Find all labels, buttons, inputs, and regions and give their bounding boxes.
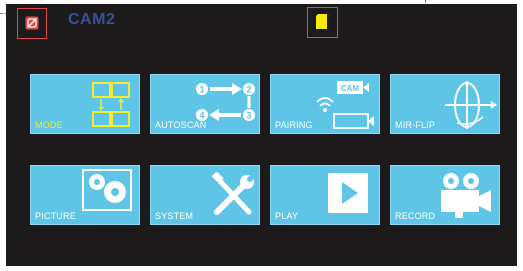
pairing-wireless-icon: CAM xyxy=(316,81,374,129)
tile-label-record: RECORD xyxy=(395,211,436,221)
menu-tile-picture[interactable]: PICTURE xyxy=(30,165,140,225)
menu-tile-record[interactable]: RECORD xyxy=(390,165,500,225)
picture-settings-icon xyxy=(82,169,132,211)
tile-label-pairing: PAIRING xyxy=(275,120,313,130)
tile-label-mir-flip: MIR-FLIP xyxy=(395,120,436,130)
autoscan-number-1: 1 xyxy=(199,85,204,95)
tile-label-autoscan: AUTOSCAN xyxy=(155,120,207,130)
play-icon xyxy=(328,173,368,213)
tile-label-mode: MODE xyxy=(35,120,63,130)
tile-label-play: PLAY xyxy=(275,211,299,221)
menu-tile-autoscan[interactable]: 1 2 3 4 AUTOSCAN xyxy=(150,74,260,134)
mirror-flip-icon xyxy=(445,81,497,129)
video-camera-icon xyxy=(441,173,491,218)
autoscan-number-2: 2 xyxy=(246,85,251,95)
tile-label-picture: PICTURE xyxy=(35,211,76,221)
menu-tile-play[interactable]: PLAY xyxy=(270,165,380,225)
monitor-screen xyxy=(6,4,517,266)
tile-label-system: SYSTEM xyxy=(155,211,194,221)
pairing-cam-label: CAM xyxy=(341,84,360,93)
menu-tile-pairing[interactable]: CAM PAIRING xyxy=(270,74,380,134)
sd-card-icon xyxy=(316,14,327,29)
camera-title: CAM2 xyxy=(68,11,116,28)
menu-tile-mir-flip[interactable]: MIR-FLIP xyxy=(390,74,500,134)
menu-tile-system[interactable]: SYSTEM xyxy=(150,165,260,225)
autoscan-number-3: 3 xyxy=(246,111,251,121)
autoscan-number-4: 4 xyxy=(199,111,204,121)
autoscan-cycle-icon: 1 2 3 4 xyxy=(196,83,255,121)
quad-split-icon xyxy=(92,82,130,127)
camera-off-icon xyxy=(25,16,39,30)
tools-icon xyxy=(211,172,254,215)
menu-tile-mode[interactable]: MODE xyxy=(30,74,140,134)
